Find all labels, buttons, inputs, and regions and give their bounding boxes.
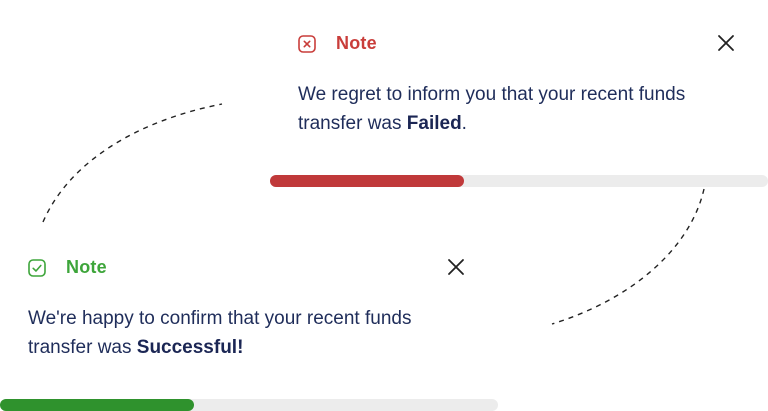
success-progress-fill	[0, 399, 195, 411]
dashed-connector-left	[42, 103, 223, 223]
success-toast-close-icon[interactable]	[446, 257, 466, 277]
failed-toast-header: Note	[298, 33, 377, 54]
failed-toast-message: We regret to inform you that your recent…	[298, 80, 698, 138]
failed-message-suffix: .	[461, 113, 467, 134]
x-circle-icon	[298, 34, 316, 53]
failed-progress-track	[270, 175, 768, 187]
check-square-icon	[28, 258, 46, 277]
success-toast-header: Note	[28, 257, 107, 278]
failed-status-word: Failed	[406, 113, 462, 134]
failed-progress-fill	[270, 175, 465, 187]
failed-toast: Note We regret to inform you that your r…	[270, 24, 768, 188]
success-toast-title: Note	[66, 257, 107, 277]
success-toast-message: We're happy to confirm that your recent …	[28, 304, 428, 362]
failed-toast-title: Note	[336, 33, 377, 53]
success-status-word: Successful!	[136, 337, 244, 358]
dashed-connector-right	[551, 188, 705, 325]
failed-message-text: We regret to inform you that your recent…	[298, 84, 686, 134]
success-progress-track	[0, 399, 498, 411]
success-toast: Note We're happy to confirm that your re…	[0, 250, 498, 411]
failed-toast-close-icon[interactable]	[716, 33, 736, 53]
